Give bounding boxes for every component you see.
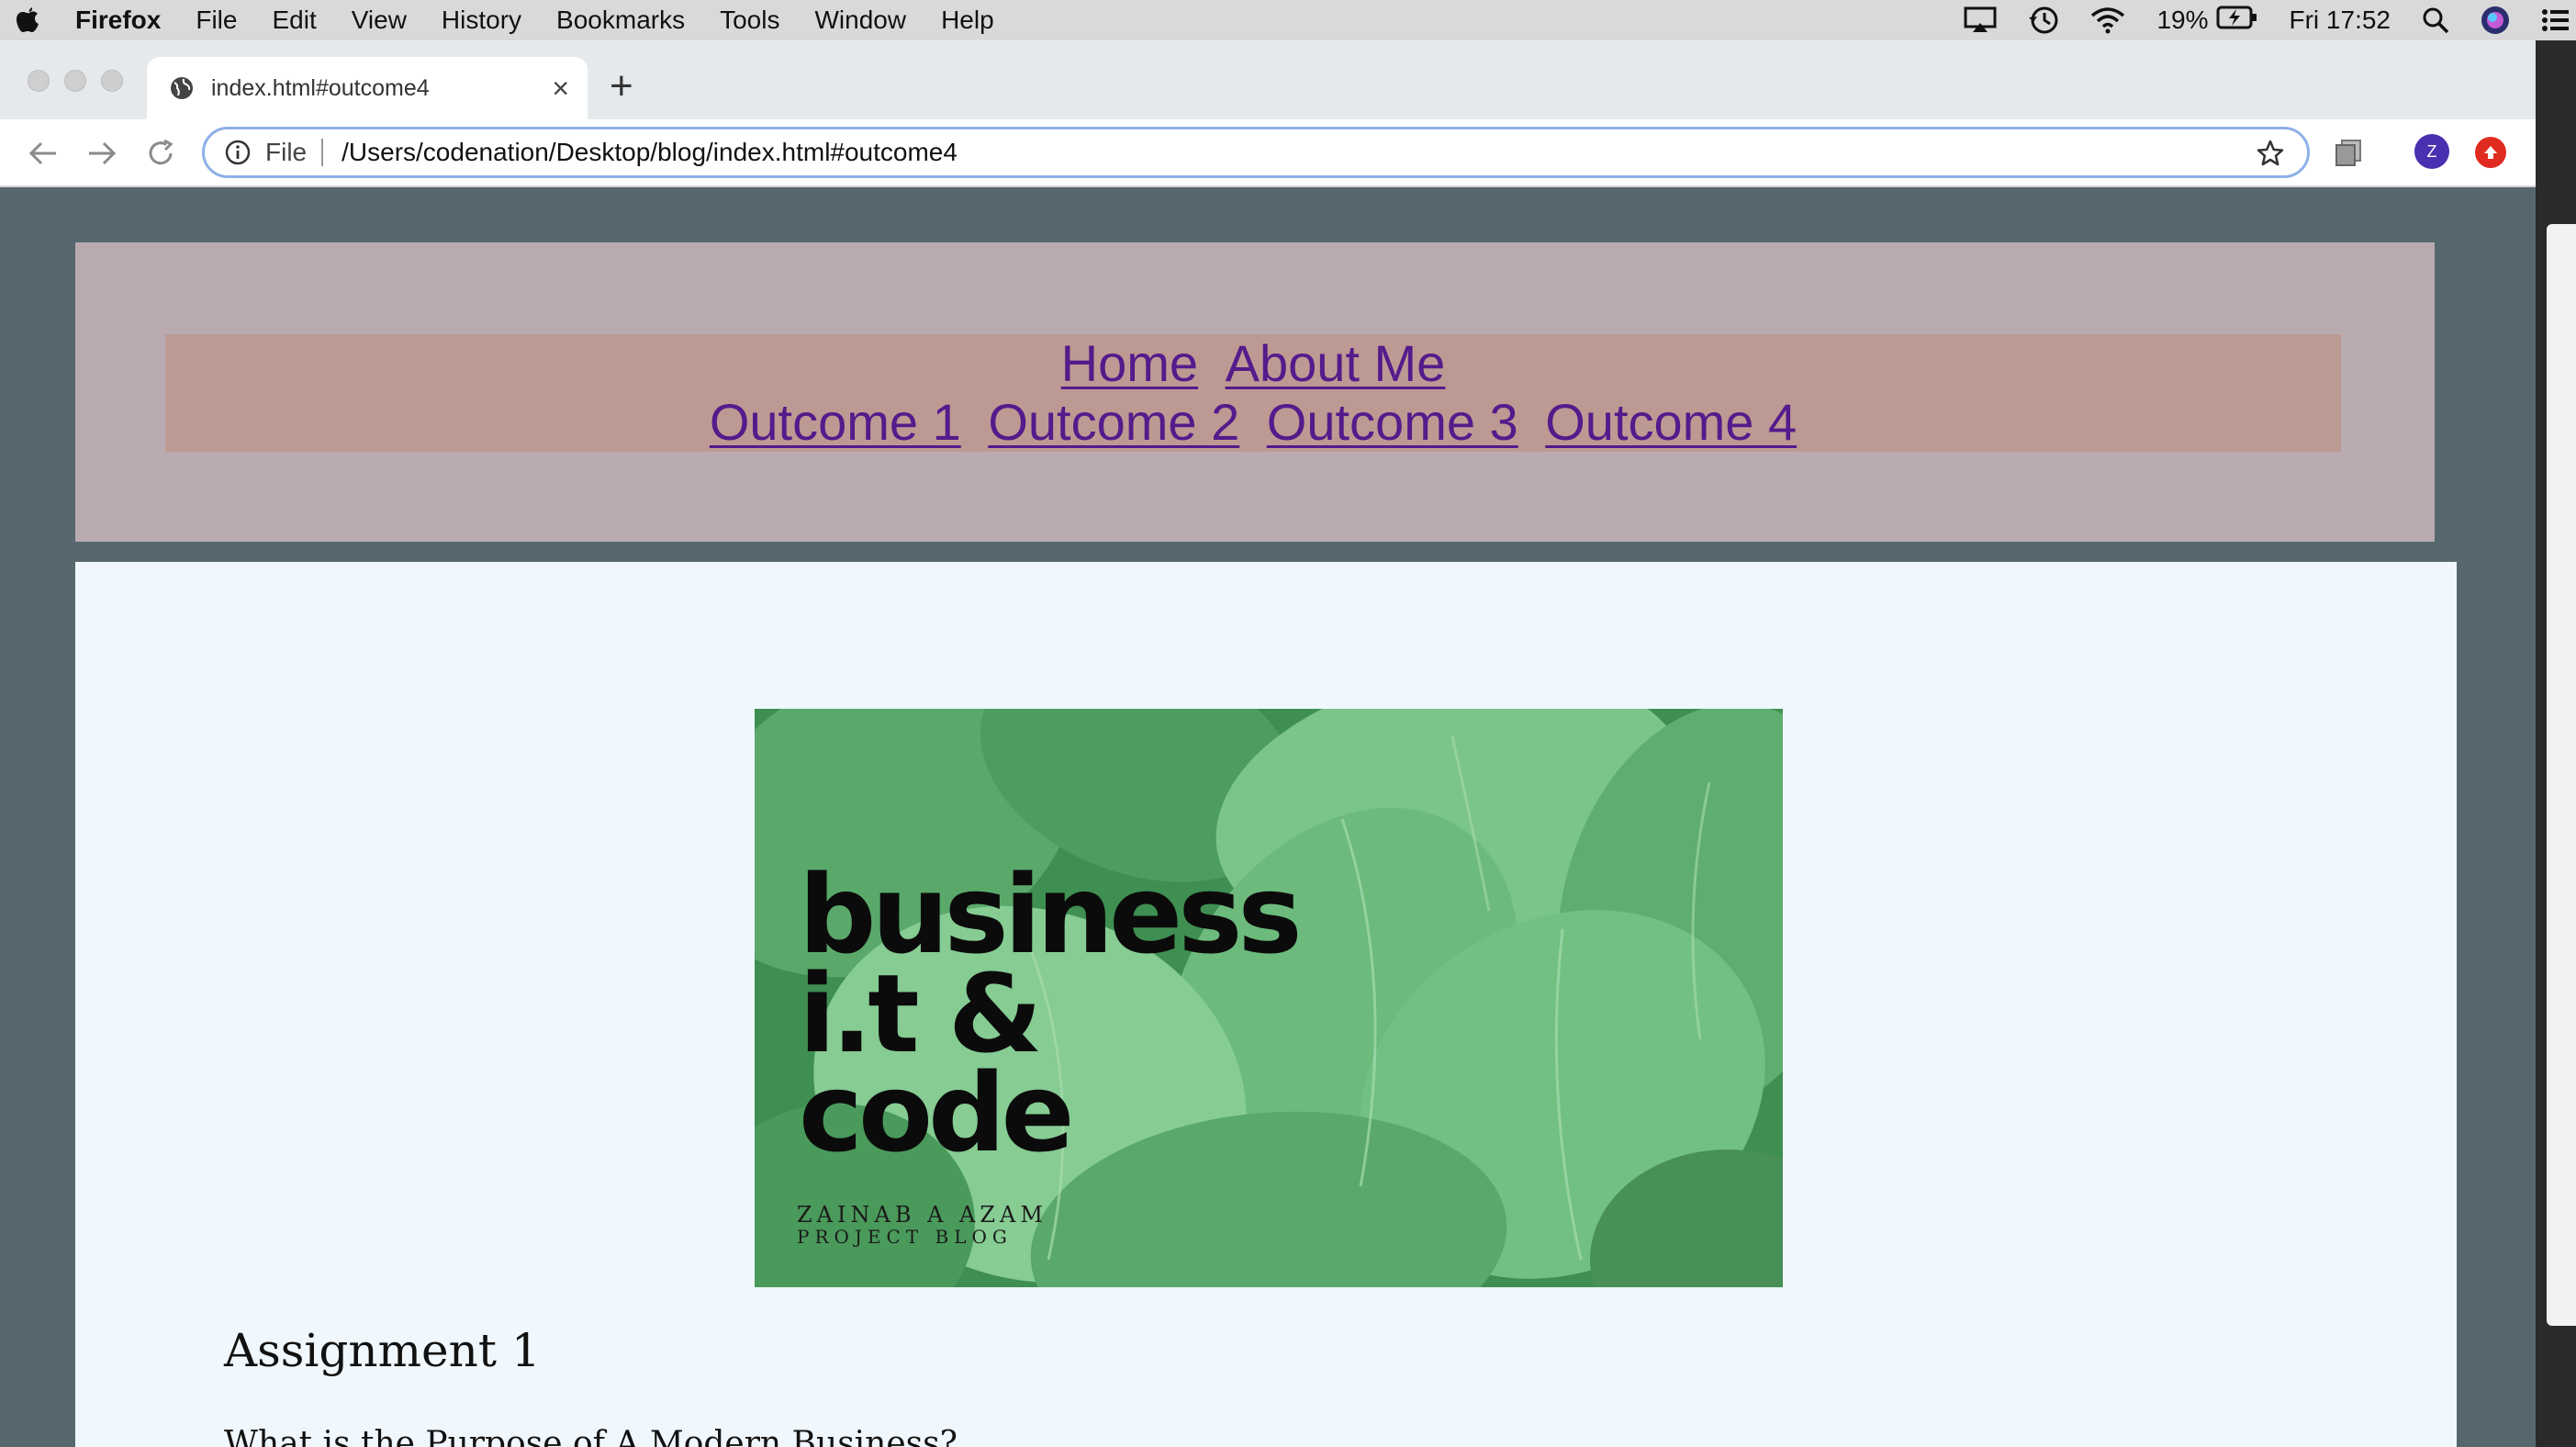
window-close-button[interactable] [28,70,50,92]
siri-icon[interactable] [2481,6,2510,35]
nav-link-outcome-2[interactable]: Outcome 2 [988,393,1239,451]
battery-percent: 19% [2156,6,2209,34]
notification-center-icon[interactable] [2541,8,2569,32]
battery-charging-icon [2216,6,2258,36]
nav-link-home[interactable]: Home [1061,334,1198,392]
menu-help[interactable]: Help [941,6,994,35]
menu-file[interactable]: File [196,6,237,35]
profile-initial: Z [2426,141,2437,161]
site-header: Home About Me Outcome 1 Outcome 2 Outcom… [75,242,2435,542]
menu-edit[interactable]: Edit [272,6,316,35]
url-scheme-label: File [265,139,324,166]
nav-link-outcome-4[interactable]: Outcome 4 [1545,393,1797,451]
back-arrow-icon[interactable] [26,136,61,171]
time-machine-icon[interactable] [2028,5,2059,36]
assignment-heading: Assignment 1 [224,1324,541,1377]
desktop-background-edge [2536,40,2576,1447]
hero-title-line-2: i.t & [799,950,1043,1077]
menubar-clock[interactable]: Fri 17:52 [2290,6,2391,35]
tab-close-icon[interactable]: × [552,73,569,103]
wifi-icon[interactable] [2090,6,2125,34]
nav-link-about-me[interactable]: About Me [1226,334,1446,392]
tab-strip: index.html#outcome4 × + [0,40,2536,119]
hero-author-name: ZAINAB A AZAM [797,1202,1047,1228]
hero-subtitle: ZAINAB A AZAM PROJECT BLOG [797,1203,1047,1247]
navigation-toolbar: File /Users/codenation/Desktop/blog/inde… [0,119,2536,187]
globe-icon [169,75,195,101]
spotlight-search-icon[interactable] [2422,6,2449,34]
question-heading: What is the Purpose of A Modern Business… [224,1425,958,1447]
menu-view[interactable]: View [352,6,407,35]
bookmark-star-icon[interactable] [2256,139,2285,168]
page-viewport: Home About Me Outcome 1 Outcome 2 Outcom… [0,187,2536,1447]
tab-active[interactable]: index.html#outcome4 × [147,57,588,119]
apple-icon[interactable] [15,5,42,36]
hero-tagline: PROJECT BLOG [797,1226,1013,1248]
profile-avatar[interactable]: Z [2414,134,2449,169]
menu-bookmarks[interactable]: Bookmarks [556,6,685,35]
site-navigation: Home About Me Outcome 1 Outcome 2 Outcom… [165,334,2341,452]
background-window-edge [2547,224,2576,1326]
nav-row-outcomes: Outcome 1 Outcome 2 Outcome 3 Outcome 4 [165,393,2341,452]
hero-banner-image: business i.t & code ZAINAB A AZAM PROJEC… [755,709,1783,1287]
window-zoom-button[interactable] [101,70,123,92]
battery-status[interactable]: 19% [2156,6,2257,36]
nav-link-outcome-3[interactable]: Outcome 3 [1267,393,1518,451]
hero-title-line-1: business [799,851,1303,978]
site-info-icon[interactable] [225,140,251,165]
tab-title: index.html#outcome4 [211,74,430,101]
menu-history[interactable]: History [442,6,521,35]
airplay-icon[interactable] [1964,6,1997,34]
macos-menu-bar: Firefox File Edit View History Bookmarks… [0,0,2576,40]
menu-app-firefox[interactable]: Firefox [75,6,161,35]
window-minimize-button[interactable] [64,70,86,92]
reload-icon[interactable] [143,136,178,171]
forward-arrow-icon[interactable] [84,136,119,171]
address-bar[interactable]: File /Users/codenation/Desktop/blog/inde… [202,127,2310,178]
nav-link-outcome-1[interactable]: Outcome 1 [710,393,961,451]
hero-title-line-3: code [799,1049,1075,1176]
extension-cards-icon[interactable] [2330,134,2367,171]
new-tab-plus-icon[interactable]: + [610,66,633,107]
hero-title: business i.t & code [799,851,1303,1176]
browser-window: index.html#outcome4 × + File /Users/code… [0,40,2536,1447]
nav-row-primary: Home About Me [165,334,2341,393]
menu-window[interactable]: Window [814,6,906,35]
menu-tools[interactable]: Tools [720,6,779,35]
url-text[interactable]: /Users/codenation/Desktop/blog/index.htm… [342,138,958,167]
extension-upload-icon[interactable] [2475,137,2506,168]
main-content: business i.t & code ZAINAB A AZAM PROJEC… [75,562,2457,1447]
